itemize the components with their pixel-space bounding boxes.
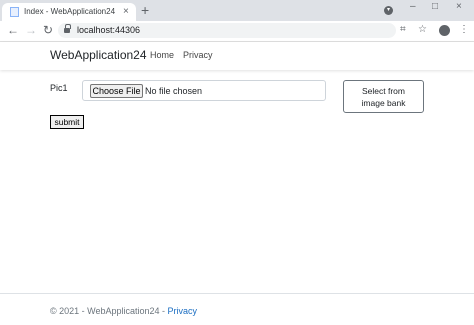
address-bar[interactable]: localhost:44306 [58,23,396,38]
nav-privacy-link[interactable]: Privacy [183,50,213,60]
tab-search-icon[interactable]: ▾ [384,6,393,15]
tab-title: Index - WebApplication24 [24,7,116,16]
footer-privacy-link[interactable]: Privacy [168,306,198,316]
qr-icon[interactable]: ⌗ [400,24,406,35]
forward-icon[interactable]: → [25,23,37,37]
maximize-icon[interactable]: □ [432,1,438,12]
image-bank-label-line2: image bank [361,98,406,108]
nav-home-link[interactable]: Home [150,50,174,60]
browser-tabstrip: Index - WebApplication24 × + ▾ – □ × [0,0,474,21]
browser-toolbar: ← → ↻ localhost:44306 ⌗ ☆ ⋮ [0,21,474,42]
close-window-icon[interactable]: × [456,1,462,12]
select-image-bank-button[interactable]: Select from image bank [343,80,424,113]
tab-close-icon[interactable]: × [123,6,129,17]
lock-icon[interactable] [64,24,71,33]
minimize-icon[interactable]: – [410,1,416,12]
new-tab-icon[interactable]: + [141,2,149,18]
footer-text: © 2021 - WebApplication24 - Privacy [50,306,197,316]
image-bank-label-line1: Select from [362,86,405,96]
star-icon[interactable]: ☆ [418,24,427,35]
reload-icon[interactable]: ↻ [43,23,53,37]
url-text[interactable]: localhost:44306 [77,25,140,35]
footer-copyright: © 2021 - WebApplication24 - [50,306,168,316]
file-status-text: No file chosen [145,86,203,96]
site-navbar: WebApplication24 Home Privacy [0,42,474,70]
file-input[interactable]: Choose File No file chosen [82,80,326,101]
choose-file-button[interactable]: Choose File [90,84,143,98]
browser-tab[interactable]: Index - WebApplication24 × [2,3,136,21]
menu-icon[interactable]: ⋮ [459,24,469,35]
site-footer: © 2021 - WebApplication24 - Privacy [0,293,474,325]
favicon-icon [10,7,19,17]
pic1-label: Pic1 [50,83,68,93]
back-icon[interactable]: ← [7,23,19,37]
brand-link[interactable]: WebApplication24 [50,48,147,62]
submit-button[interactable]: submit [50,115,84,129]
profile-icon[interactable] [439,25,450,36]
